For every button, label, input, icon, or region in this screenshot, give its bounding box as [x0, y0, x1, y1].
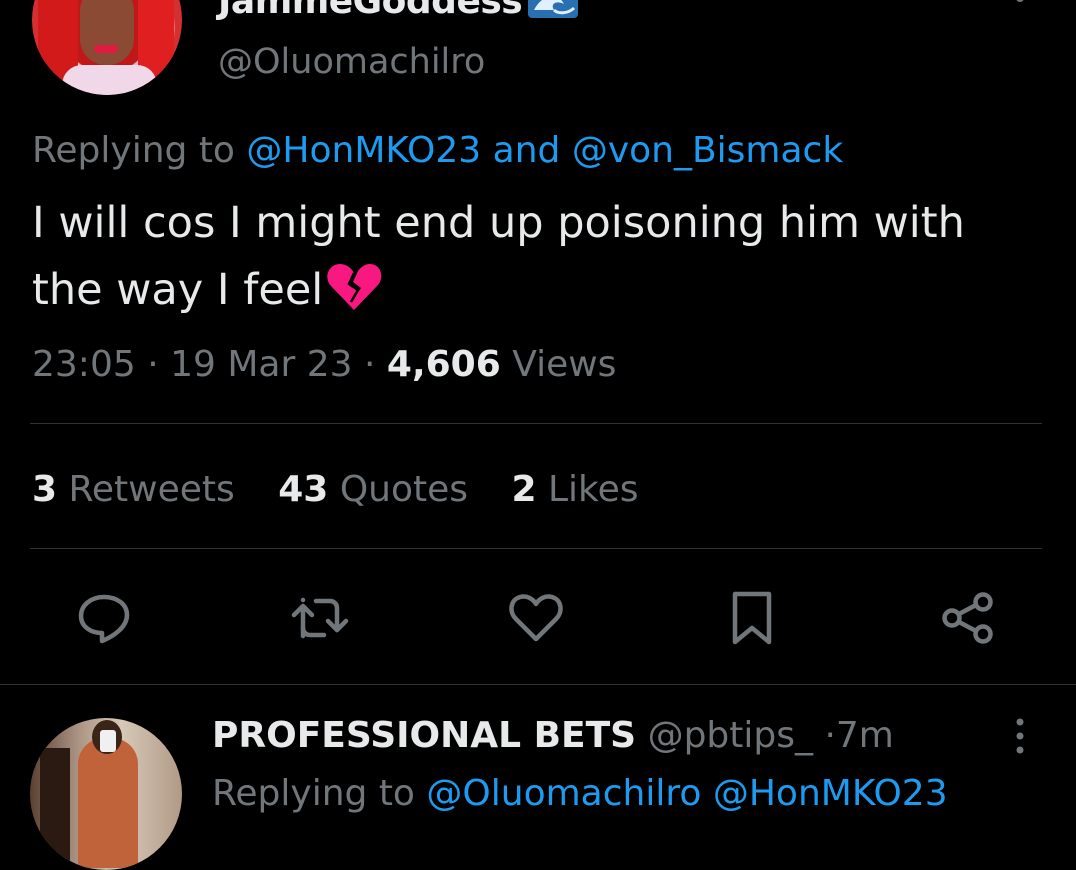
meta-separator: ·: [364, 344, 376, 385]
reply-replying-to-line: Replying to @Oluomachilro @HonMKO23: [212, 770, 948, 818]
reply-author-header: PROFESSIONAL BETS @pbtips_ ·7m: [212, 712, 894, 760]
bookmark-button[interactable]: [722, 588, 782, 648]
tweet-date[interactable]: 19 Mar 23: [170, 344, 352, 385]
author-display-name[interactable]: ЈаmmeGoddess: [218, 0, 523, 22]
divider: [0, 684, 1076, 685]
mention-link[interactable]: @HonMKO23: [246, 130, 481, 171]
replying-and[interactable]: and: [493, 130, 561, 171]
replying-prefix: Replying to: [32, 130, 235, 171]
divider: [30, 423, 1042, 424]
mention-link[interactable]: @von_Bismack: [572, 130, 843, 171]
tweet-time[interactable]: 23:05: [32, 344, 136, 385]
likes-label: Likes: [547, 469, 639, 510]
retweets-stat[interactable]: 3 Retweets: [32, 466, 235, 514]
retweet-icon: [291, 597, 349, 639]
share-button[interactable]: [938, 588, 998, 648]
meta-separator: ·: [824, 715, 836, 756]
quotes-label: Quotes: [339, 469, 469, 510]
retweets-label: Retweets: [68, 469, 235, 510]
reply-author-handle[interactable]: @pbtips_: [648, 715, 813, 756]
views-count[interactable]: 4,606: [387, 344, 501, 385]
reply-time-ago[interactable]: 7m: [836, 715, 894, 756]
bookmark-icon: [732, 591, 772, 645]
reply-button[interactable]: [74, 588, 134, 648]
replying-to-line: Replying to @HonMKO23 and @von_Bismack: [32, 128, 843, 174]
author-avatar[interactable]: [32, 0, 182, 95]
wave-emoji-icon: [528, 0, 578, 18]
more-options-icon[interactable]: [1012, 718, 1028, 754]
retweet-button[interactable]: [290, 588, 350, 648]
share-icon: [942, 592, 993, 644]
reply-icon: [78, 594, 130, 644]
reply-author-display-name[interactable]: PROFESSIONAL BETS: [212, 715, 636, 756]
likes-stat[interactable]: 2 Likes: [511, 466, 638, 514]
like-button[interactable]: [506, 588, 566, 648]
tweet-text: I will cos I might end up poisoning him …: [32, 198, 965, 315]
more-options-icon[interactable]: [1012, 0, 1028, 10]
broken-heart-icon: [327, 264, 382, 310]
tweet-meta: 23:05 · 19 Mar 23 · 4,606 Views: [32, 340, 616, 390]
reply-author-avatar[interactable]: [30, 718, 182, 870]
likes-count: 2: [511, 469, 537, 510]
quotes-count: 43: [278, 469, 329, 510]
meta-separator: ·: [147, 344, 159, 385]
tweet-body: I will cos I might end up poisoning him …: [32, 190, 1042, 324]
like-icon: [509, 594, 563, 642]
views-label[interactable]: Views: [512, 344, 616, 385]
quotes-stat[interactable]: 43 Quotes: [278, 466, 468, 514]
mention-link[interactable]: @HonMKO23: [713, 773, 948, 814]
mention-link[interactable]: @Oluomachilro: [426, 773, 701, 814]
author-handle[interactable]: @Oluomachilro: [218, 40, 485, 84]
tweet-stats: 3 Retweets 43 Quotes 2 Likes: [32, 466, 671, 514]
retweets-count: 3: [32, 469, 58, 510]
replying-prefix: Replying to: [212, 773, 415, 814]
divider: [30, 548, 1042, 549]
